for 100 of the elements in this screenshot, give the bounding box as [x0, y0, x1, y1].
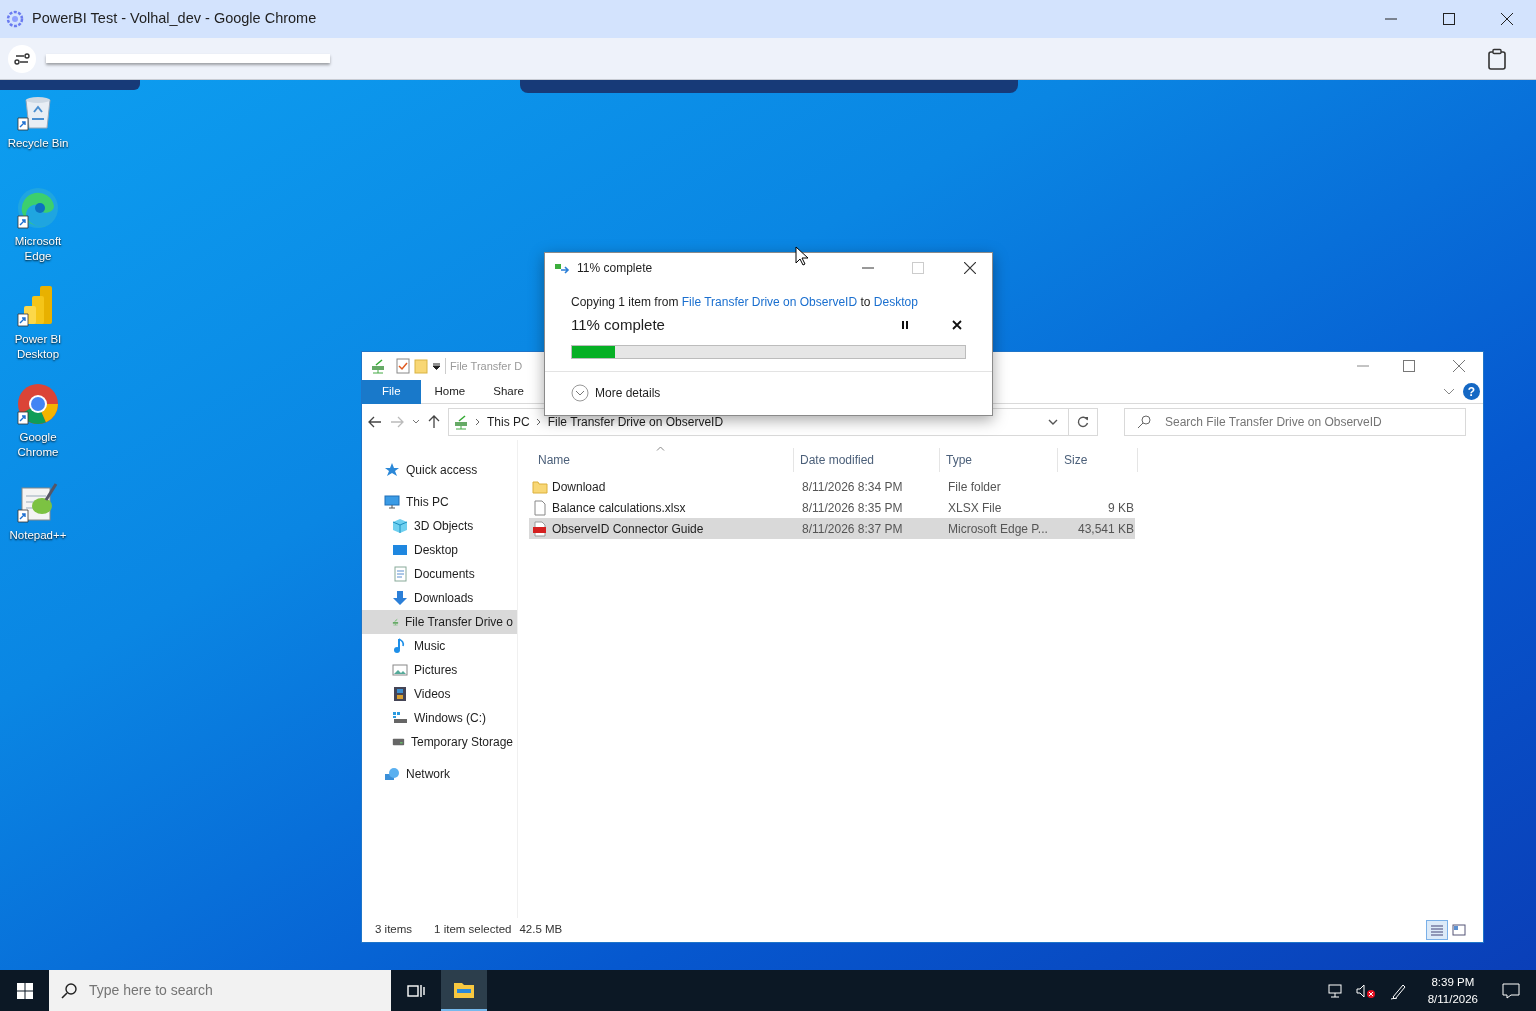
details-view-icon — [1430, 924, 1444, 936]
clock[interactable]: 8:39 PM 8/11/2026 — [1417, 973, 1488, 1008]
pause-icon[interactable] — [900, 320, 910, 331]
chevron-right-icon — [535, 418, 542, 426]
gear-logo-icon — [6, 10, 24, 28]
item-count: 3 items — [375, 922, 413, 938]
chevron-circle-icon — [571, 383, 589, 402]
swirl-icon[interactable] — [16, 186, 60, 230]
folder-icon — [532, 478, 548, 495]
column-header[interactable]: Date modified — [794, 448, 940, 472]
search-icon — [1137, 415, 1151, 429]
search-field[interactable]: Search File Transfer Drive on ObserveID — [1124, 408, 1466, 436]
file-row[interactable]: Balance calculations.xlsx 8/11/2026 8:35 PM XLSX File 9 KB — [529, 497, 1135, 518]
selection-size: 42.5 MB — [519, 922, 563, 938]
document-icon — [392, 566, 408, 582]
star-icon — [384, 462, 400, 478]
nav-item[interactable]: Downloads — [362, 586, 517, 610]
ribbon-tab[interactable]: Home — [420, 379, 480, 404]
tiles-view-icon — [1452, 924, 1466, 936]
drive-icon — [392, 710, 408, 726]
task-view-icon — [407, 982, 425, 999]
chevron-down-icon[interactable] — [1048, 418, 1058, 426]
type-cell-text: Microsoft Edge P... — [947, 520, 1049, 538]
window-title: PowerBI Test - Volhal_dev - Google Chrome — [32, 9, 317, 29]
progress-label: 11% complete — [571, 315, 665, 335]
size-cell-text: 43,541 KB — [1076, 520, 1135, 538]
file-row[interactable]: ObserveID Connector Guide 8/11/2026 8:37 PM Microsoft Edge P... 43,541 KB — [529, 518, 1135, 539]
nav-item[interactable]: Videos — [362, 682, 517, 706]
folder-icon — [453, 980, 475, 999]
nav-item[interactable]: 3D Objects — [362, 514, 517, 538]
refresh-icon — [1077, 416, 1089, 428]
type-cell-text: XLSX File — [947, 499, 1003, 517]
date-cell-text: 8/11/2026 8:37 PM — [801, 520, 904, 538]
back-arrow-icon[interactable] — [368, 416, 382, 428]
download-arrow-icon — [392, 590, 408, 606]
ribbon-tab[interactable]: Share — [479, 379, 538, 404]
cube-icon — [392, 518, 408, 534]
file-row[interactable]: Download 8/11/2026 8:34 PM File folder — [529, 476, 1135, 497]
windows-logo-icon — [16, 982, 33, 999]
film-icon — [392, 686, 408, 702]
nav-item[interactable]: File Transfer Drive o — [362, 610, 517, 634]
chevron-down-icon[interactable] — [1443, 387, 1455, 396]
picture-icon — [392, 662, 408, 678]
dropdown-caret-icon[interactable] — [432, 362, 441, 370]
file-name: ObserveID Connector Guide — [552, 520, 704, 538]
nav-item[interactable]: Network — [362, 762, 517, 786]
up-arrow-icon[interactable] — [428, 415, 440, 429]
nav-item[interactable]: Quick access — [362, 458, 517, 482]
file-explorer-taskbar-button[interactable] — [441, 970, 487, 1011]
breadcrumb-item[interactable]: This PC — [487, 413, 530, 431]
close-icon[interactable] — [1500, 12, 1514, 26]
window-title: File Transfer D — [445, 357, 523, 375]
search-input[interactable]: Search File Transfer Drive on ObserveID — [1163, 412, 1443, 432]
pdf-file-icon — [532, 520, 548, 537]
close-icon[interactable] — [964, 262, 976, 274]
maximize-icon[interactable] — [1442, 12, 1456, 26]
date-cell-text: 8/11/2026 8:34 PM — [801, 478, 904, 496]
location-link[interactable]: File Transfer Drive on ObserveID — [681, 295, 858, 309]
network-drive-icon[interactable] — [370, 358, 386, 374]
tricolor-circle-icon[interactable] — [16, 382, 60, 426]
nav-item[interactable]: Windows (C:) — [362, 706, 517, 730]
nav-item[interactable]: Pictures — [362, 658, 517, 682]
refresh-button[interactable] — [1068, 408, 1098, 436]
location-link[interactable]: Desktop — [873, 295, 918, 309]
nav-item[interactable]: Temporary Storage — [362, 730, 517, 754]
nav-item[interactable]: This PC — [362, 490, 517, 514]
chevron-down-icon[interactable] — [412, 419, 420, 425]
selection-status: 1 item selected — [434, 922, 512, 938]
taskbar-search-field[interactable]: Type here to search — [49, 970, 391, 1011]
nav-item[interactable]: Music — [362, 634, 517, 658]
nav-item[interactable]: Documents — [362, 562, 517, 586]
network-icon — [384, 766, 400, 782]
transfer-icon — [555, 262, 571, 274]
ribbon-tab[interactable]: File — [362, 379, 421, 404]
close-icon[interactable] — [952, 320, 962, 331]
network-drive-icon — [453, 414, 469, 430]
properties-icon[interactable] — [396, 358, 410, 374]
search-icon — [61, 982, 77, 999]
desktop-icon — [392, 542, 408, 558]
copy-message: Copying 1 item from File Transfer Drive on ObserveID to Desktop — [571, 294, 919, 311]
dialog-title: 11% complete — [577, 260, 653, 277]
file-icon — [532, 499, 548, 516]
notification-icon[interactable] — [1502, 982, 1520, 999]
monitor-icon — [384, 494, 400, 510]
volume-muted-icon[interactable] — [1355, 982, 1376, 999]
file-name: Balance calculations.xlsx — [552, 499, 686, 517]
file-name: Download — [552, 478, 606, 496]
help-button[interactable]: ? — [1463, 383, 1480, 400]
chevron-right-icon — [475, 418, 481, 426]
column-header[interactable]: Size — [1058, 448, 1138, 472]
taskbar-search-input[interactable]: Type here to search — [87, 979, 367, 1002]
column-header[interactable]: Type — [940, 448, 1058, 472]
icon-label[interactable]: Notepad++ — [9, 528, 67, 543]
breadcrumb-item[interactable]: File Transfer Drive on ObserveID — [547, 413, 724, 431]
site-settings-icon[interactable] — [8, 44, 36, 73]
clipboard-icon[interactable] — [1486, 47, 1508, 70]
size-cell-text: 9 KB — [1107, 499, 1135, 517]
column-header[interactable]: Name — [532, 448, 794, 472]
date-cell-text: 8/11/2026 8:35 PM — [801, 499, 904, 517]
nav-item[interactable]: Desktop — [362, 538, 517, 562]
